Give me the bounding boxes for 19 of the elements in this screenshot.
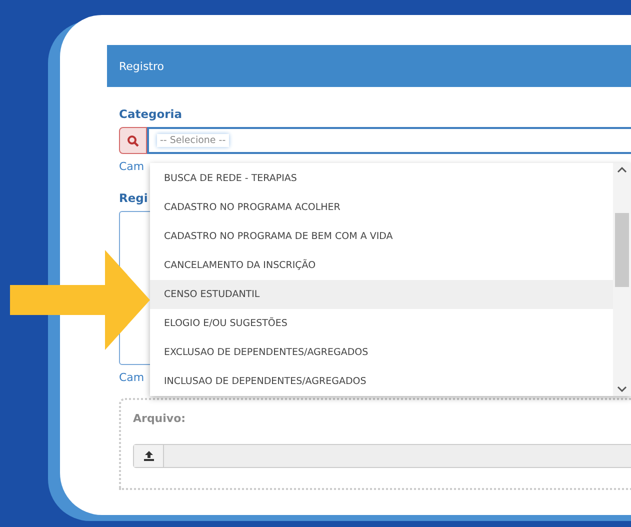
search-icon — [127, 134, 139, 146]
scrollbar[interactable] — [613, 163, 631, 396]
category-label: Categoria — [119, 107, 182, 121]
upload-button[interactable] — [134, 445, 164, 467]
upload-icon — [142, 450, 154, 462]
search-button[interactable] — [119, 127, 147, 154]
arrow-icon — [10, 250, 150, 350]
dropdown-option[interactable]: INCLUSAO DE DEPENDENTES/AGREGADOS — [150, 367, 613, 396]
dropdown-option[interactable]: CENSO ESTUDANTIL — [150, 280, 613, 309]
file-upload-field[interactable] — [133, 444, 631, 468]
hint-link[interactable]: Cam — [119, 160, 144, 173]
hint-link[interactable]: Cam — [119, 371, 144, 384]
record-label: Regi — [119, 191, 148, 205]
category-select[interactable]: -- Selecione -- — [147, 127, 631, 154]
chevron-down-icon[interactable] — [617, 386, 627, 392]
chevron-up-icon[interactable] — [617, 167, 627, 173]
scrollbar-thumb[interactable] — [615, 212, 629, 286]
panel-header: Registro — [107, 45, 631, 87]
attachment-label: Arquivo: — [133, 412, 187, 425]
